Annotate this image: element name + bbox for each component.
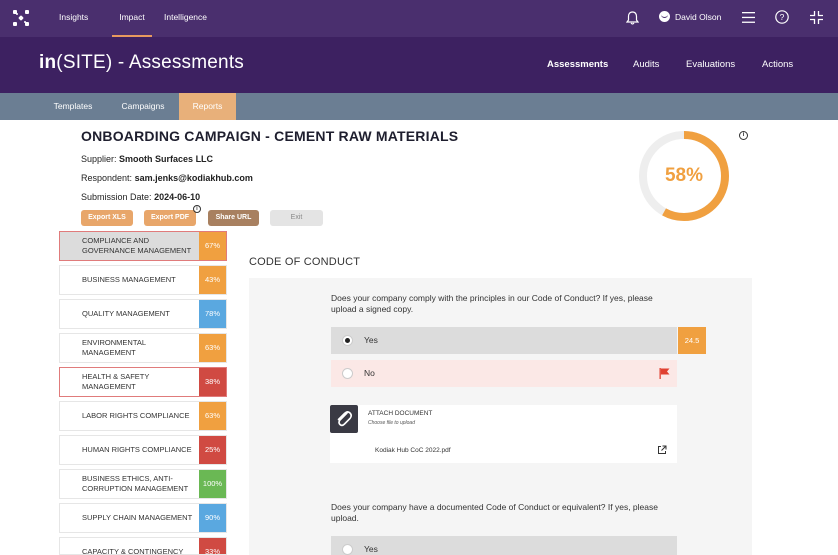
q2-yes-radio[interactable] — [342, 544, 353, 555]
q1-no-radio[interactable] — [342, 368, 353, 379]
score-info-icon[interactable]: i — [739, 131, 748, 140]
app-title: in(SITE) - Assessments — [39, 52, 244, 73]
paperclip-icon — [330, 405, 358, 433]
question-1: Does your company comply with the princi… — [331, 293, 653, 314]
tab-templates[interactable]: Templates — [44, 93, 102, 120]
sidebar-item-score: 43% — [199, 266, 226, 294]
respondent-line: Respondent: sam.jenks@kodiakhub.com — [81, 173, 253, 183]
sidebar-item[interactable]: BUSINESS MANAGEMENT 43% — [59, 265, 227, 295]
sidebar-item-score: 25% — [199, 436, 226, 464]
user-name: David Olson — [675, 11, 722, 22]
flag-icon — [659, 368, 670, 379]
sidebar-item[interactable]: HUMAN RIGHTS COMPLIANCE 25% — [59, 435, 227, 465]
sidebar-item-label: HEALTH & SAFETY MANAGEMENT — [82, 372, 150, 391]
external-link-icon[interactable] — [657, 445, 667, 455]
banner-nav-assessments[interactable]: Assessments — [547, 59, 608, 70]
sidebar-item-label: LABOR RIGHTS COMPLIANCE — [82, 411, 190, 420]
export-xls-button[interactable]: Export XLS — [81, 210, 133, 226]
q2-yes-label: Yes — [364, 544, 378, 554]
q1-yes-label: Yes — [364, 335, 378, 345]
sidebar-item-score: 90% — [199, 504, 226, 532]
question-2: Does your company have a documented Code… — [331, 502, 658, 523]
banner-nav-actions[interactable]: Actions — [762, 59, 793, 70]
respondent-value: sam.jenks@kodiakhub.com — [134, 173, 253, 183]
sidebar-item[interactable]: QUALITY MANAGEMENT 78% — [59, 299, 227, 329]
sidebar-item-label: QUALITY MANAGEMENT — [82, 309, 170, 318]
sub-nav: Templates Campaigns Reports — [0, 93, 838, 120]
sidebar-item-label: COMPLIANCE AND GOVERNANCE MANAGEMENT — [82, 236, 192, 255]
attach-title: ATTACH DOCUMENT — [368, 410, 433, 417]
q1-option-yes[interactable]: Yes — [331, 327, 677, 354]
exit-button[interactable]: Exit — [270, 210, 323, 226]
sidebar-item-score: 100% — [199, 470, 226, 498]
sidebar-item[interactable]: ENVIRONMENTAL MANAGEMENT 63% — [59, 333, 227, 363]
user-icon — [659, 11, 670, 22]
sidebar-item[interactable]: CAPACITY & CONTINGENCY 33% — [59, 537, 227, 555]
banner-nav-evaluations[interactable]: Evaluations — [686, 59, 735, 70]
q2-option-yes[interactable]: Yes — [331, 536, 677, 555]
sidebar-item-score: 38% — [199, 368, 226, 396]
sidebar-item-label: BUSINESS ETHICS, ANTI-CORRUPTION MANAGEM… — [82, 474, 189, 493]
tab-reports[interactable]: Reports — [179, 93, 236, 120]
submission-value: 2024-06-10 — [154, 192, 201, 202]
sidebar-item-score: 63% — [199, 334, 226, 362]
app-banner: in(SITE) - Assessments Assessments Audit… — [0, 37, 838, 93]
attach-subtitle: Choose file to upload — [368, 420, 415, 426]
attach-document[interactable]: ATTACH DOCUMENT Choose file to upload Ko… — [330, 405, 677, 463]
topnav-impact[interactable]: Impact — [112, 0, 152, 37]
sidebar-item-label: CAPACITY & CONTINGENCY — [82, 547, 184, 555]
sidebar-item[interactable]: LABOR RIGHTS COMPLIANCE 63% — [59, 401, 227, 431]
topnav-intelligence[interactable]: Intelligence — [164, 0, 207, 37]
top-bar: Insights Impact Intelligence David Olson… — [0, 0, 838, 37]
page-title: ONBOARDING CAMPAIGN - CEMENT RAW MATERIA… — [81, 128, 459, 144]
q1-option-no[interactable]: No — [331, 360, 677, 387]
sidebar-item[interactable]: HEALTH & SAFETY MANAGEMENT 38% — [59, 367, 227, 397]
sidebar-item-label: HUMAN RIGHTS COMPLIANCE — [82, 445, 192, 454]
export-pdf-button[interactable]: Export PDF — [144, 210, 196, 226]
sidebar-item-score: 78% — [199, 300, 226, 328]
sidebar-item-score: 33% — [199, 538, 226, 554]
help-icon[interactable]: ? — [775, 10, 789, 24]
q1-no-label: No — [364, 368, 375, 378]
banner-nav-audits[interactable]: Audits — [633, 59, 659, 70]
attached-file-name[interactable]: Kodiak Hub CoC 2022.pdf — [375, 447, 451, 454]
score-percent: 58% — [664, 165, 704, 186]
sidebar-item[interactable]: COMPLIANCE AND GOVERNANCE MANAGEMENT 67% — [59, 231, 227, 261]
sidebar-item[interactable]: SUPPLY CHAIN MANAGEMENT 90% — [59, 503, 227, 533]
submission-line: Submission Date: 2024-06-10 — [81, 192, 201, 202]
tab-campaigns[interactable]: Campaigns — [112, 93, 174, 120]
collapse-icon[interactable] — [810, 11, 823, 24]
sidebar-item-score: 67% — [199, 232, 226, 260]
sidebar-item[interactable]: BUSINESS ETHICS, ANTI-CORRUPTION MANAGEM… — [59, 469, 227, 499]
export-info-icon[interactable]: i — [193, 205, 201, 213]
topnav-insights[interactable]: Insights — [59, 0, 88, 37]
sidebar-item-label: SUPPLY CHAIN MANAGEMENT — [82, 513, 193, 522]
share-url-button[interactable]: Share URL — [208, 210, 259, 226]
q1-score-badge: 24.5 — [678, 327, 706, 354]
q1-yes-radio[interactable] — [342, 335, 353, 346]
sidebar-item-label: ENVIRONMENTAL MANAGEMENT — [82, 338, 146, 357]
bell-icon[interactable] — [626, 11, 639, 25]
user-menu[interactable]: David Olson — [659, 11, 721, 22]
supplier-line: Supplier: Smooth Surfaces LLC — [81, 154, 214, 164]
section-title: CODE OF CONDUCT — [249, 256, 361, 268]
score-donut: 58% — [636, 128, 732, 224]
hamburger-icon[interactable] — [742, 12, 755, 23]
supplier-value: Smooth Surfaces LLC — [119, 154, 214, 164]
svg-text:?: ? — [780, 12, 785, 22]
app-logo-icon[interactable] — [13, 10, 29, 26]
sidebar-item-label: BUSINESS MANAGEMENT — [82, 275, 176, 284]
sidebar-item-score: 63% — [199, 402, 226, 430]
